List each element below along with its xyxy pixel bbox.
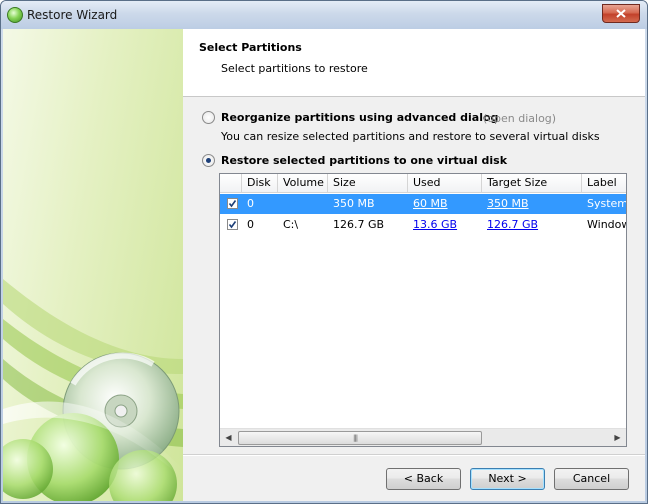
- option-advanced-label[interactable]: Reorganize partitions using advanced dia…: [221, 111, 498, 124]
- side-banner: [3, 29, 183, 501]
- cell-volume: C:\: [283, 218, 299, 231]
- row-checkbox[interactable]: [227, 219, 238, 230]
- page-subtitle: Select partitions to restore: [221, 62, 368, 75]
- disc-illustration-icon: [3, 279, 183, 501]
- disc-app-icon: [7, 7, 23, 23]
- wizard-client-area: Select Partitions Select partitions to r…: [3, 29, 645, 501]
- cell-size: 126.7 GB: [333, 218, 385, 231]
- cell-target-size: 126.7 GB: [482, 215, 582, 235]
- column-header-size[interactable]: Size: [328, 174, 408, 192]
- window-title: Restore Wizard: [27, 8, 118, 22]
- option-single-label[interactable]: Restore selected partitions to one virtu…: [221, 154, 507, 167]
- option-advanced-description: You can resize selected partitions and r…: [221, 130, 600, 143]
- check-icon: [228, 221, 237, 229]
- restore-wizard-window: Restore Wizard Select Partitions Select …: [0, 0, 648, 504]
- row-checkbox[interactable]: [227, 198, 238, 209]
- cell-disk: 0: [247, 197, 254, 210]
- open-dialog-link[interactable]: (open dialog): [483, 112, 556, 125]
- cell-target-size: 350 MB: [482, 194, 582, 214]
- horizontal-scrollbar[interactable]: ◀ ||| ▶: [220, 428, 626, 446]
- scroll-right-icon[interactable]: ▶: [609, 429, 626, 446]
- grip-icon: |||: [353, 434, 358, 442]
- column-header-disk[interactable]: Disk: [242, 174, 278, 192]
- cancel-button[interactable]: Cancel: [554, 468, 629, 490]
- column-header-volume[interactable]: Volume: [278, 174, 328, 192]
- list-header: Disk Volume Size Used Target Size Label: [220, 174, 626, 193]
- page-title: Select Partitions: [199, 41, 302, 54]
- back-button[interactable]: < Back: [386, 468, 461, 490]
- wizard-header: Select Partitions Select partitions to r…: [183, 29, 645, 97]
- table-row[interactable]: 0 C:\ 126.7 GB 13.6 GB 126.7 GB Window: [220, 215, 626, 235]
- column-header-label[interactable]: Label: [582, 174, 626, 192]
- target-size-link[interactable]: 126.7 GB: [487, 218, 538, 231]
- table-row[interactable]: 0 350 MB 60 MB 350 MB System: [220, 194, 626, 214]
- close-button[interactable]: [602, 4, 640, 23]
- cell-label: Window: [587, 218, 626, 231]
- column-header-check[interactable]: [220, 174, 242, 192]
- scroll-left-icon[interactable]: ◀: [220, 429, 237, 446]
- next-button[interactable]: Next >: [470, 468, 545, 490]
- column-header-target-size[interactable]: Target Size: [482, 174, 582, 192]
- cell-label: System: [587, 197, 626, 210]
- target-size-link[interactable]: 350 MB: [487, 197, 529, 210]
- cell-size: 350 MB: [333, 197, 375, 210]
- cell-used: 13.6 GB: [408, 215, 482, 235]
- cell-volume: [278, 194, 328, 214]
- footer-divider: [183, 454, 645, 456]
- close-icon: [616, 9, 626, 18]
- column-header-used[interactable]: Used: [408, 174, 482, 192]
- radio-single-virtual-disk[interactable]: [202, 154, 215, 167]
- used-link[interactable]: 13.6 GB: [413, 218, 457, 231]
- used-link[interactable]: 60 MB: [413, 197, 448, 210]
- check-icon: [228, 200, 237, 208]
- title-bar[interactable]: Restore Wizard: [1, 1, 647, 29]
- scrollbar-thumb[interactable]: |||: [238, 431, 482, 445]
- cell-disk: 0: [247, 218, 254, 231]
- partitions-list[interactable]: Disk Volume Size Used Target Size Label …: [219, 173, 627, 447]
- cell-used: 60 MB: [408, 194, 482, 214]
- radio-advanced-dialog[interactable]: [202, 111, 215, 124]
